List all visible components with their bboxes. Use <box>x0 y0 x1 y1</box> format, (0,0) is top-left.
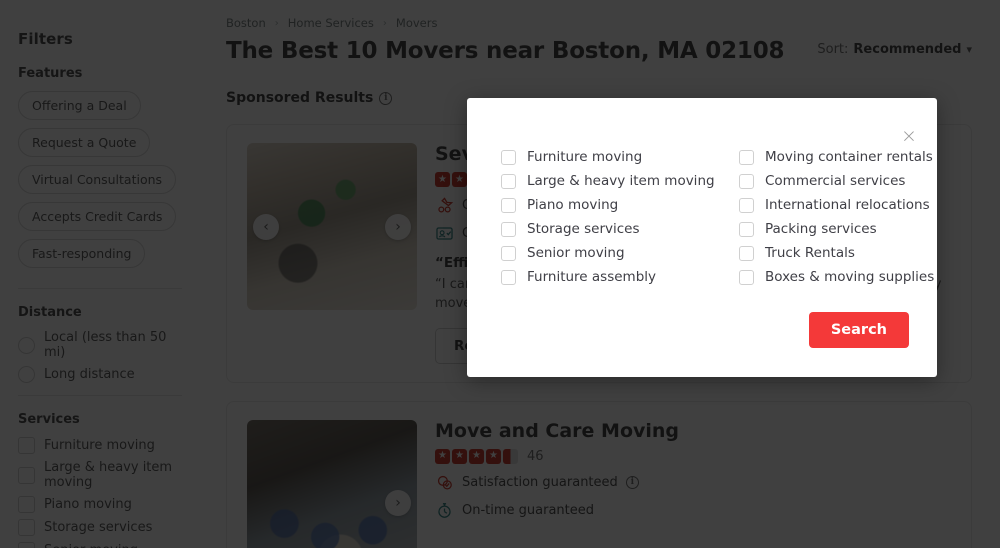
modal-option-storage-services[interactable]: Storage services <box>501 217 707 241</box>
modal-option-label: Truck Rentals <box>765 245 855 261</box>
modal-option-truck-rentals[interactable]: Truck Rentals <box>739 241 934 265</box>
modal-option-label: Large & heavy item moving <box>527 173 715 189</box>
modal-option-piano-moving[interactable]: Piano moving <box>501 193 707 217</box>
page-root: Filters Features Offering a Deal Request… <box>0 0 1000 548</box>
checkbox-icon[interactable] <box>501 149 516 165</box>
modal-option-packing-services[interactable]: Packing services <box>739 217 934 241</box>
modal-option-commercial-services[interactable]: Commercial services <box>739 169 934 193</box>
services-filter-modal: × Furniture moving Large & heavy item mo… <box>467 98 937 377</box>
modal-option-label: Storage services <box>527 221 640 237</box>
modal-option-label: Commercial services <box>765 173 906 189</box>
modal-options-column-left: Furniture moving Large & heavy item movi… <box>501 145 715 289</box>
checkbox-icon[interactable] <box>501 221 516 237</box>
modal-option-large-heavy-item-moving[interactable]: Large & heavy item moving <box>501 169 715 193</box>
modal-option-senior-moving[interactable]: Senior moving <box>501 241 707 265</box>
checkbox-icon[interactable] <box>739 173 754 189</box>
checkbox-icon[interactable] <box>739 221 754 237</box>
checkbox-icon[interactable] <box>501 245 516 261</box>
checkbox-icon[interactable] <box>501 173 516 189</box>
modal-option-international-relocations[interactable]: International relocations <box>739 193 934 217</box>
modal-option-label: Senior moving <box>527 245 625 261</box>
checkbox-icon[interactable] <box>739 149 754 165</box>
close-icon[interactable]: × <box>898 125 920 147</box>
checkbox-icon[interactable] <box>501 197 516 213</box>
modal-options-column-right: Moving container rentals Commercial serv… <box>739 145 934 289</box>
modal-option-label: Moving container rentals <box>765 149 933 165</box>
modal-option-moving-container-rentals[interactable]: Moving container rentals <box>739 145 934 169</box>
checkbox-icon[interactable] <box>739 197 754 213</box>
checkbox-icon[interactable] <box>739 269 754 285</box>
modal-option-boxes-moving-supplies[interactable]: Boxes & moving supplies <box>739 265 934 289</box>
search-button[interactable]: Search <box>808 312 909 348</box>
modal-option-furniture-assembly[interactable]: Furniture assembly <box>501 265 707 289</box>
modal-option-furniture-moving[interactable]: Furniture moving <box>501 145 707 169</box>
modal-option-label: Packing services <box>765 221 877 237</box>
checkbox-icon[interactable] <box>501 269 516 285</box>
modal-option-label: Boxes & moving supplies <box>765 269 935 285</box>
modal-options-grid: Furniture moving Large & heavy item movi… <box>501 145 934 289</box>
modal-option-label: Piano moving <box>527 197 619 213</box>
modal-option-label: Furniture moving <box>527 149 643 165</box>
modal-option-label: Furniture assembly <box>527 269 657 285</box>
checkbox-icon[interactable] <box>739 245 754 261</box>
modal-option-label: International relocations <box>765 197 930 213</box>
